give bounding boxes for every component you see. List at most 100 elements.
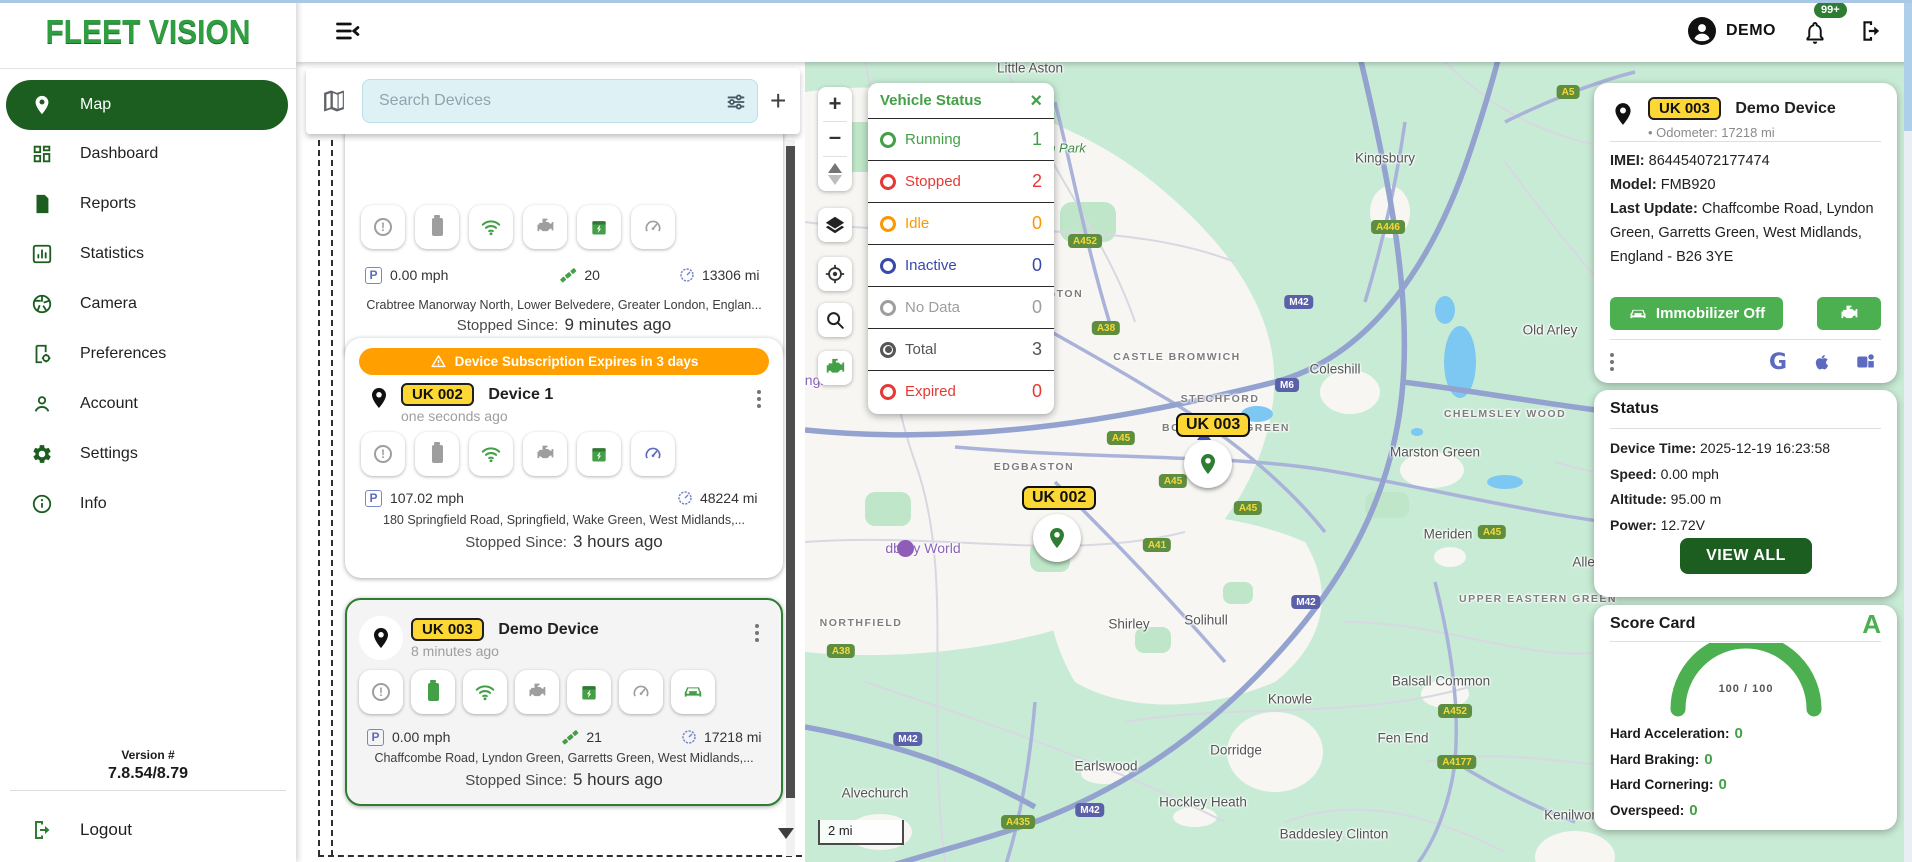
layers-button[interactable]	[818, 208, 852, 242]
stopped-since-label: Stopped Since:	[456, 317, 559, 334]
battery-icon	[415, 205, 459, 249]
imei-label: IMEI:	[1610, 153, 1645, 169]
nodata-ring-icon	[880, 299, 896, 316]
total-radio-icon	[880, 341, 896, 358]
odometer-value: 48224 mi	[699, 490, 758, 506]
sidebar-item-info[interactable]: Info	[0, 482, 296, 526]
map-label: Solihull	[1184, 612, 1228, 628]
zoom-in-button[interactable]: +	[818, 87, 852, 121]
sidebar-item-label: Map	[80, 96, 112, 113]
zoom-controls[interactable]: + –	[818, 87, 852, 191]
cadbury-world-poi-icon[interactable]	[897, 540, 914, 557]
road-shield: A45	[1477, 525, 1507, 539]
map-marker-plate-uk003[interactable]: UK 003	[1176, 413, 1251, 437]
map-pin-icon	[30, 93, 54, 117]
engine-toggle-button[interactable]	[818, 351, 852, 385]
map-marker-plate-uk002[interactable]: UK 002	[1022, 486, 1097, 510]
wifi-icon	[463, 670, 507, 714]
battery-icon	[415, 432, 459, 476]
page-scrollbar[interactable]	[1904, 0, 1912, 862]
google-maps-link[interactable]: G	[1763, 347, 1793, 377]
detail-odometer: • Odometer: 17218 mi	[1648, 125, 1775, 140]
map-label: Earlswood	[1074, 758, 1138, 774]
sidebar-item-dashboard[interactable]: Dashboard	[0, 132, 296, 176]
detail-menu-button[interactable]	[1610, 353, 1614, 371]
device-card-uk002[interactable]: Device Subscription Expires in 3 days UK…	[345, 338, 783, 578]
speedometer-icon	[619, 670, 663, 714]
road-shield: A435	[1001, 815, 1035, 829]
odometer-icon	[678, 491, 692, 505]
list-dashed-border	[318, 140, 320, 856]
status-row-running[interactable]: Running 1	[868, 118, 1054, 160]
road-shield: A38	[1091, 321, 1121, 335]
exit-icon	[30, 818, 54, 842]
sidebar-item-settings[interactable]: Settings	[0, 432, 296, 476]
sidebar-item-label: Camera	[80, 295, 137, 312]
sidebar-logout[interactable]: Logout	[0, 808, 296, 852]
map-label: STECHFORD	[1180, 393, 1260, 405]
street-view-link[interactable]	[1851, 347, 1881, 377]
map-marker-uk002[interactable]	[1033, 514, 1081, 562]
running-ring-icon	[880, 131, 896, 148]
device-menu-button[interactable]	[755, 624, 759, 642]
map-search-button[interactable]	[818, 303, 852, 337]
apple-maps-link[interactable]	[1807, 347, 1837, 377]
device-card-uk001[interactable]: 0.00 mph 20 13306 mi Crabtree Manorway N…	[345, 117, 783, 364]
device-detail-card: UK 003 Demo Device • Odometer: 17218 mi …	[1594, 83, 1897, 383]
add-device-button[interactable]: +	[770, 87, 786, 115]
score-metrics: Hard Acceleration: 0 Hard Braking: 0 Hard …	[1610, 725, 1743, 819]
map-label: Old Arley	[1522, 322, 1578, 338]
sidebar-item-map[interactable]: Map	[6, 80, 288, 130]
sidebar-item-account[interactable]: Account	[0, 382, 296, 426]
status-row-idle[interactable]: Idle 0	[868, 202, 1054, 244]
menu-collapse-button[interactable]	[334, 17, 362, 45]
status-row-inactive[interactable]: Inactive 0	[868, 244, 1054, 286]
immobilizer-button[interactable]: Immobilizer Off	[1610, 297, 1783, 330]
sidebar-item-statistics[interactable]: Statistics	[0, 232, 296, 276]
detail-name: Demo Device	[1735, 100, 1836, 117]
alert-icon	[361, 432, 405, 476]
map-marker-uk003[interactable]	[1184, 440, 1232, 488]
zoom-out-button[interactable]: –	[818, 122, 852, 156]
view-all-button[interactable]: VIEW ALL	[1680, 538, 1812, 574]
map-label: Baddesley Clinton	[1279, 826, 1389, 842]
status-card-title: Status	[1610, 400, 1659, 417]
device-menu-button[interactable]	[757, 390, 761, 408]
status-row-nodata[interactable]: No Data 0	[868, 286, 1054, 328]
status-row-expired[interactable]: Expired 0	[868, 370, 1054, 412]
engine-icon	[515, 670, 559, 714]
gear-icon	[30, 442, 54, 466]
scroll-down-icon[interactable]	[778, 828, 794, 839]
detail-info: IMEI: 864454072177474 Model: FMB920 Last…	[1610, 149, 1883, 269]
status-row-stopped[interactable]: Stopped 2	[868, 160, 1054, 202]
map-label: UPPER EASTERN GREEN	[1458, 593, 1618, 605]
sidebar-item-camera[interactable]: Camera	[0, 282, 296, 326]
list-scrollbar[interactable]	[786, 140, 795, 856]
notifications-button[interactable]: 99+	[1802, 2, 1847, 48]
logout-icon-button[interactable]	[1858, 18, 1884, 44]
device-address: Chaffcombe Road, Lyndon Green, Garretts …	[374, 751, 754, 765]
search-input[interactable]	[379, 92, 709, 110]
user-avatar[interactable]	[1688, 17, 1716, 45]
satellite-icon	[562, 730, 579, 745]
filter-tune-icon[interactable]	[725, 91, 747, 113]
engine-command-button[interactable]	[1817, 297, 1881, 330]
last-update-label: Last Update:	[1610, 201, 1698, 217]
device-card-uk003[interactable]: UK 003 Demo Device 8 minutes ago ! P 0.0…	[345, 598, 783, 806]
map-fold-icon[interactable]	[320, 87, 348, 115]
device-list-panel: 0.00 mph 20 13306 mi Crabtree Manorway N…	[296, 62, 805, 862]
status-row-total[interactable]: Total 3	[868, 328, 1054, 370]
idle-ring-icon	[880, 215, 896, 232]
info-icon	[30, 492, 54, 516]
speedometer-icon	[631, 205, 675, 249]
pan-control[interactable]	[818, 157, 852, 191]
map-label: NORTHFIELD	[819, 617, 903, 629]
road-shield: A38	[826, 644, 856, 658]
odometer-icon	[680, 268, 694, 282]
sidebar-item-label: Settings	[80, 445, 138, 462]
locate-button[interactable]	[818, 257, 852, 291]
sidebar-item-preferences[interactable]: Preferences	[0, 332, 296, 376]
satellite-icon	[560, 268, 577, 283]
close-icon[interactable]: ×	[1030, 91, 1042, 111]
sidebar-item-reports[interactable]: Reports	[0, 182, 296, 226]
